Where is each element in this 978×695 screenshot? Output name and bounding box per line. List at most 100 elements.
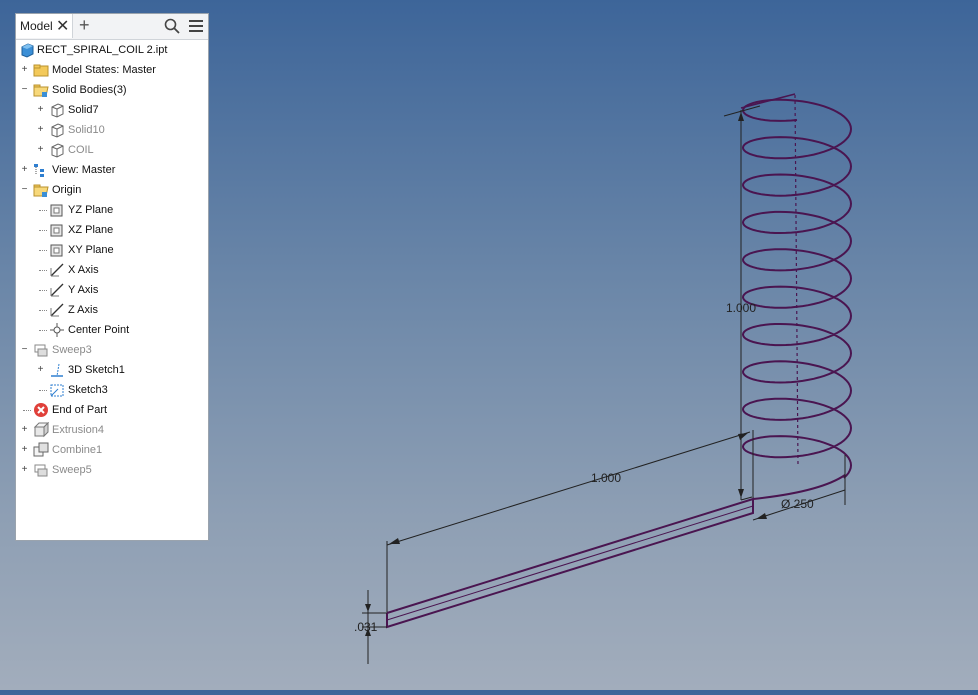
tree-item[interactable]: End of Part	[16, 400, 208, 420]
expand-toggle-icon[interactable]: +	[21, 425, 28, 435]
tree-item-label: Combine1	[52, 444, 103, 456]
sweep-icon	[33, 342, 49, 358]
tree-item-label: Sweep3	[52, 344, 92, 356]
expand-toggle-icon[interactable]: −	[21, 85, 28, 95]
tree-item-label: Solid Bodies(3)	[52, 84, 127, 96]
model-browser-panel: Model ✕ + RECT_SPIRAL_COIL 2.ipt + Model S…	[15, 13, 209, 541]
tree-item[interactable]: X Axis	[16, 260, 208, 280]
tab-model-label: Model	[20, 19, 53, 33]
tree-item-label: XZ Plane	[68, 224, 114, 236]
axis-icon	[49, 282, 65, 298]
combine-icon	[33, 442, 49, 458]
tree-item[interactable]: +3D Sketch1	[16, 360, 208, 380]
extrusion-icon	[33, 421, 50, 438]
tree-connector	[39, 230, 47, 231]
tree-item-label: 3D Sketch1	[68, 364, 125, 376]
expand-toggle-icon[interactable]: −	[21, 185, 28, 195]
tree-item-label: Sweep5	[52, 464, 92, 476]
folder-open-icon	[33, 182, 49, 198]
tree-item[interactable]: + Combine1	[16, 440, 208, 460]
tab-model[interactable]: Model ✕	[16, 14, 73, 38]
tree-item[interactable]: XZ Plane	[16, 220, 208, 240]
tree-item-label: Extrusion4	[52, 424, 104, 436]
sketch-icon	[49, 382, 65, 398]
close-icon[interactable]: ✕	[56, 16, 69, 36]
folder-open-icon	[33, 82, 49, 98]
tree-item-label: View: Master	[52, 164, 116, 176]
expand-toggle-icon[interactable]: +	[21, 165, 28, 175]
solid-body-icon	[49, 142, 65, 158]
tree-item[interactable]: + Sweep5	[16, 460, 208, 480]
search-icon[interactable]	[164, 18, 180, 37]
solid-body-icon	[49, 102, 65, 118]
axis-icon	[49, 302, 65, 318]
coil-tail	[752, 474, 846, 500]
tree-item-label: Solid7	[68, 104, 99, 116]
expand-toggle-icon[interactable]: +	[21, 465, 28, 475]
tree-item-label: Solid10	[68, 124, 105, 136]
folder-icon	[33, 62, 49, 78]
tree-connector	[39, 250, 47, 251]
point-icon	[49, 322, 65, 338]
tree-connector	[39, 270, 47, 271]
tree-connector	[39, 390, 47, 391]
dimension-length[interactable]: 1.000	[591, 471, 621, 485]
sweep-icon	[33, 462, 49, 478]
tree-item[interactable]: Sketch3	[16, 380, 208, 400]
expand-toggle-icon[interactable]: +	[37, 125, 44, 135]
expand-toggle-icon[interactable]: +	[37, 105, 44, 115]
plane-icon	[49, 202, 65, 218]
expand-toggle-icon[interactable]: +	[21, 65, 28, 75]
tree-item-label: Origin	[52, 184, 82, 196]
tree-item[interactable]: Z Axis	[16, 300, 208, 320]
view-icon	[33, 162, 49, 178]
plane-icon	[49, 222, 65, 238]
tree-item[interactable]: + Solid7	[16, 100, 208, 120]
tree-item-label: YZ Plane	[68, 204, 114, 216]
tree-item[interactable]: + COIL	[16, 140, 208, 160]
tree-item-label: COIL	[68, 144, 94, 156]
tree-item-label: Sketch3	[68, 384, 108, 396]
tree-item-label: Y Axis	[68, 284, 99, 296]
solid-body-icon	[49, 122, 65, 138]
dimension-diameter[interactable]: Ø.250	[781, 497, 814, 511]
tree-item[interactable]: + Model States: Master	[16, 60, 208, 80]
tree-connector	[23, 410, 31, 411]
tree-item[interactable]: − Sweep3	[16, 340, 208, 360]
expand-toggle-icon[interactable]: +	[21, 445, 28, 455]
tree-item-label: End of Part	[52, 404, 108, 416]
coil-axis	[794, 94, 799, 466]
tree-connector	[39, 330, 47, 331]
tree-item-label: Center Point	[68, 324, 130, 336]
tree-connector	[39, 310, 47, 311]
tree-root-item[interactable]: RECT_SPIRAL_COIL 2.ipt	[16, 40, 208, 60]
coil-lead	[740, 93, 796, 109]
tree-item[interactable]: + Solid10	[16, 120, 208, 140]
tree-root-label: RECT_SPIRAL_COIL 2.ipt	[37, 44, 168, 56]
tree-connector	[39, 290, 47, 291]
tree-item-label: XY Plane	[68, 244, 114, 256]
expand-toggle-icon[interactable]: +	[37, 145, 44, 155]
tree-item[interactable]: XY Plane	[16, 240, 208, 260]
tree-item[interactable]: Center Point	[16, 320, 208, 340]
dimensions	[362, 105, 846, 664]
tree-item[interactable]: − Solid Bodies(3)	[16, 80, 208, 100]
dimension-height[interactable]: 1.000	[726, 301, 756, 315]
tree-item-label: X Axis	[68, 264, 99, 276]
tree-item[interactable]: + View: Master	[16, 160, 208, 180]
sketch3d-icon	[49, 362, 65, 378]
dimension-thickness[interactable]: .031	[354, 620, 378, 634]
add-tab-icon[interactable]: +	[79, 15, 90, 36]
tree-item-label: Z Axis	[68, 304, 98, 316]
tree-item[interactable]: + Extrusion4	[16, 420, 208, 440]
hamburger-menu-icon[interactable]	[188, 18, 204, 37]
tree-item[interactable]: Y Axis	[16, 280, 208, 300]
tree-item[interactable]: − Origin	[16, 180, 208, 200]
end-of-part-icon	[33, 402, 49, 418]
expand-toggle-icon[interactable]: +	[37, 365, 44, 375]
expand-toggle-icon[interactable]: −	[21, 345, 28, 355]
tree-item-label: Model States: Master	[52, 64, 156, 76]
tree-item[interactable]: YZ Plane	[16, 200, 208, 220]
flat-strip[interactable]	[386, 497, 754, 629]
plane-icon	[49, 242, 65, 258]
